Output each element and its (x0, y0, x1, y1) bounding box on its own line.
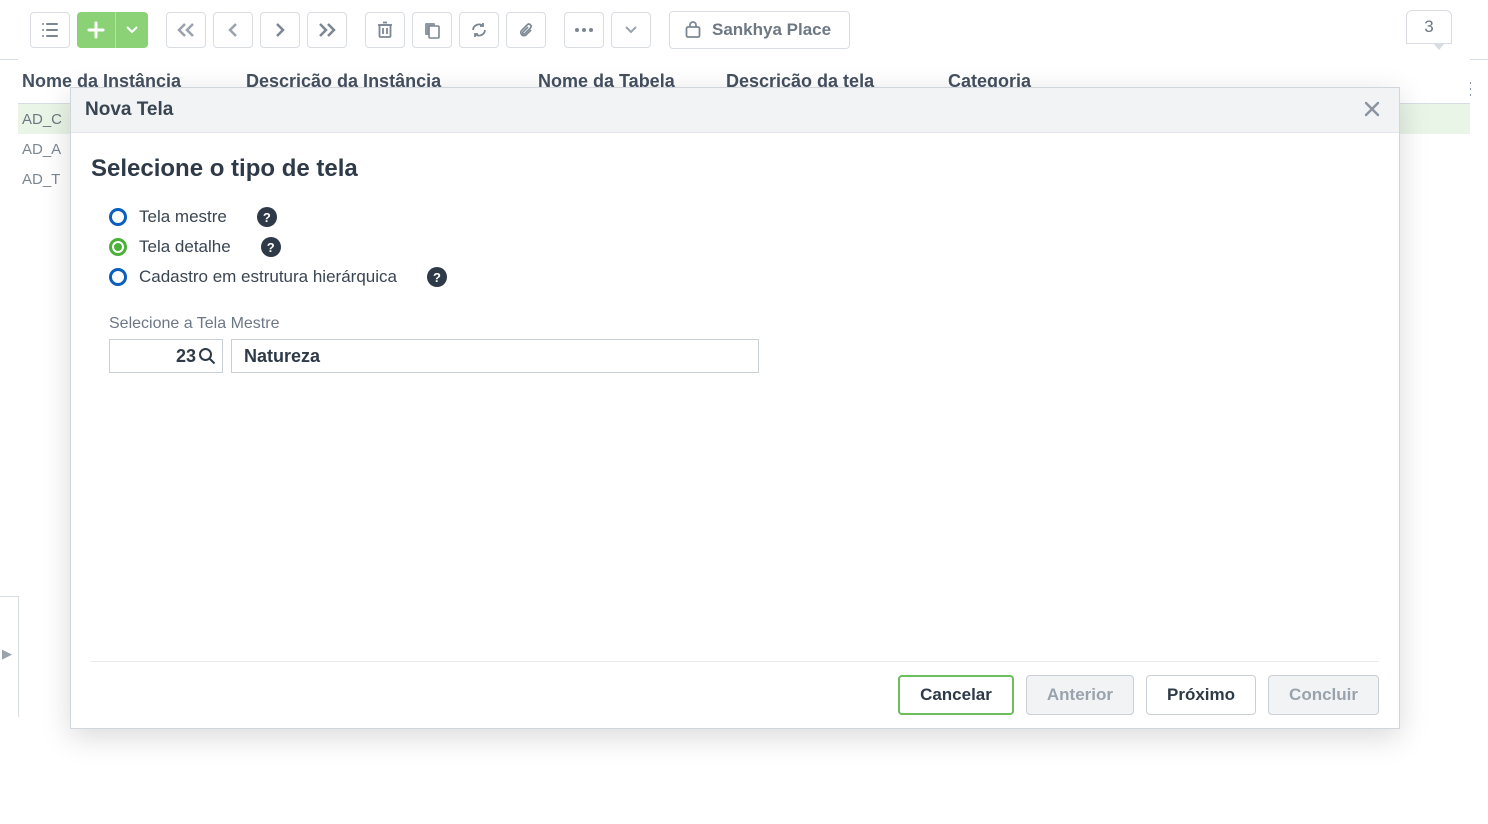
toolbar: Sankhya Place (0, 0, 1488, 60)
notification-badge[interactable]: 3 (1406, 10, 1452, 44)
radio-mestre-label: Tela mestre (139, 207, 227, 227)
master-name-value[interactable] (242, 345, 748, 368)
bag-icon (684, 21, 702, 39)
refresh-button[interactable] (459, 12, 499, 48)
help-hierarquica-button[interactable]: ? (427, 267, 447, 287)
more-button[interactable] (564, 12, 604, 48)
radio-mestre[interactable] (109, 208, 127, 226)
help-detalhe-button[interactable]: ? (261, 237, 281, 257)
finish-button: Concluir (1268, 675, 1379, 715)
modal-footer: Cancelar Anterior Próximo Concluir (91, 661, 1379, 728)
add-split-button[interactable] (77, 12, 148, 48)
dots-icon (574, 27, 594, 33)
add-dropdown-button[interactable] (116, 12, 148, 48)
previous-button: Anterior (1026, 675, 1134, 715)
chevron-down-icon (625, 26, 637, 34)
nav-first-button[interactable] (166, 12, 206, 48)
search-icon[interactable] (198, 347, 216, 365)
copy-button[interactable] (412, 12, 452, 48)
master-field-label: Selecione a Tela Mestre (109, 315, 1379, 333)
radio-hierarquica[interactable] (109, 268, 127, 286)
copy-icon (423, 21, 441, 39)
nav-last-button[interactable] (307, 12, 347, 48)
expand-side-panel-button[interactable]: ▶ (2, 646, 12, 662)
paperclip-icon (517, 21, 535, 39)
radio-detalhe[interactable] (109, 238, 127, 256)
radio-option-detalhe[interactable]: Tela detalhe ? (109, 237, 1379, 257)
add-button[interactable] (77, 12, 115, 48)
sankhya-place-label: Sankhya Place (712, 20, 831, 40)
nav-prev-button[interactable] (213, 12, 253, 48)
attach-button[interactable] (506, 12, 546, 48)
modal-body: Selecione o tipo de tela Tela mestre ? T… (71, 133, 1399, 661)
more-dropdown-button[interactable] (611, 12, 651, 48)
delete-button[interactable] (365, 12, 405, 48)
master-code-input[interactable]: 23 (109, 339, 223, 373)
cancel-button[interactable]: Cancelar (898, 675, 1014, 715)
next-button[interactable]: Próximo (1146, 675, 1256, 715)
close-icon (1363, 100, 1381, 118)
plus-icon (87, 21, 105, 39)
cell: AD_T (22, 171, 60, 188)
notification-count: 3 (1424, 17, 1433, 37)
sankhya-place-button[interactable]: Sankhya Place (669, 11, 850, 49)
radio-option-mestre[interactable]: Tela mestre ? (109, 207, 1379, 227)
help-mestre-button[interactable]: ? (257, 207, 277, 227)
chevron-left-icon (227, 22, 239, 38)
master-code-value: 23 (176, 346, 196, 367)
nova-tela-modal: Nova Tela Selecione o tipo de tela Tela … (70, 87, 1400, 729)
radio-option-hierarquica[interactable]: Cadastro em estrutura hierárquica ? (109, 267, 1379, 287)
radio-hierarquica-label: Cadastro em estrutura hierárquica (139, 267, 397, 287)
refresh-icon (470, 21, 488, 39)
chevrons-left-icon (176, 22, 196, 38)
chevron-down-icon (126, 26, 138, 34)
nav-next-button[interactable] (260, 12, 300, 48)
modal-header: Nova Tela (71, 88, 1399, 133)
master-lookup: 23 (109, 339, 1379, 373)
chevron-right-icon (274, 22, 286, 38)
modal-title: Nova Tela (85, 99, 173, 121)
radio-detalhe-label: Tela detalhe (139, 237, 231, 257)
section-title: Selecione o tipo de tela (91, 155, 1379, 183)
cell: AD_A (22, 141, 61, 158)
modal-close-button[interactable] (1359, 96, 1385, 125)
trash-icon (377, 21, 393, 39)
chevrons-right-icon (317, 22, 337, 38)
master-name-input[interactable] (231, 339, 759, 373)
cell: AD_C (22, 111, 62, 128)
list-view-button[interactable] (30, 12, 70, 48)
